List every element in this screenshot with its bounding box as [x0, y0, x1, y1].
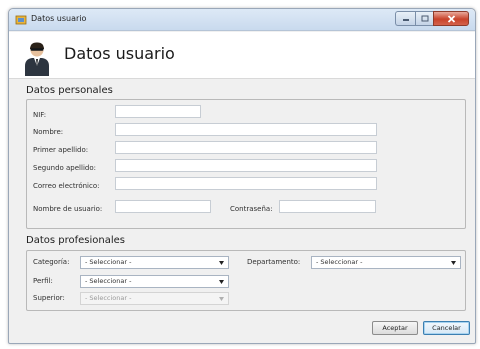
- nif-field[interactable]: [115, 105, 201, 118]
- segundo-apellido-label: Segundo apellido:: [33, 164, 96, 172]
- dropdown-arrow-icon: [219, 280, 224, 284]
- dialog-window: Datos usuario Datos usuario Datos person…: [8, 8, 476, 344]
- dropdown-arrow-icon: [451, 261, 456, 265]
- cancelar-button[interactable]: Cancelar: [423, 321, 470, 335]
- personal-section-title: Datos personales: [26, 85, 113, 96]
- categoria-select[interactable]: - Seleccionar -: [80, 256, 229, 269]
- minimize-icon: [402, 18, 409, 21]
- departamento-select[interactable]: - Seleccionar -: [311, 256, 461, 269]
- perfil-value: - Seleccionar -: [85, 277, 132, 285]
- primer-apellido-label: Primer apellido:: [33, 146, 89, 154]
- window-controls: [395, 11, 469, 26]
- dropdown-arrow-icon: [219, 297, 224, 301]
- window-title: Datos usuario: [31, 14, 87, 23]
- usuario-field[interactable]: [115, 200, 211, 213]
- contrasena-label: Contraseña:: [230, 205, 273, 213]
- contrasena-field[interactable]: [279, 200, 376, 213]
- page-title: Datos usuario: [64, 44, 175, 63]
- professional-section-title: Datos profesionales: [26, 235, 125, 246]
- header-divider: [9, 78, 475, 79]
- nif-label: NIF:: [33, 111, 47, 119]
- close-button[interactable]: [433, 11, 469, 26]
- maximize-icon: [421, 15, 428, 22]
- app-icon: [15, 15, 27, 25]
- correo-label: Correo electrónico:: [33, 182, 100, 190]
- minimize-button[interactable]: [395, 11, 415, 26]
- primer-apellido-field[interactable]: [115, 141, 377, 154]
- usuario-label: Nombre de usuario:: [33, 205, 103, 213]
- nombre-field[interactable]: [115, 123, 377, 136]
- categoria-label: Categoría:: [33, 258, 70, 266]
- superior-value: - Seleccionar -: [85, 294, 132, 302]
- close-icon: [447, 14, 455, 23]
- dropdown-arrow-icon: [219, 261, 224, 265]
- departamento-label: Departamento:: [247, 258, 301, 266]
- departamento-value: - Seleccionar -: [316, 258, 363, 266]
- user-agent-icon: [25, 42, 49, 76]
- superior-select[interactable]: - Seleccionar -: [80, 292, 229, 305]
- nombre-label: Nombre:: [33, 128, 64, 136]
- perfil-label: Perfil:: [33, 277, 53, 285]
- perfil-select[interactable]: - Seleccionar -: [80, 275, 229, 288]
- maximize-button[interactable]: [415, 11, 433, 26]
- aceptar-button[interactable]: Aceptar: [372, 321, 418, 335]
- segundo-apellido-field[interactable]: [115, 159, 377, 172]
- categoria-value: - Seleccionar -: [85, 258, 132, 266]
- correo-field[interactable]: [115, 177, 377, 190]
- dialog-header: Datos usuario: [9, 32, 475, 78]
- superior-label: Superior:: [33, 294, 65, 302]
- title-bar[interactable]: Datos usuario: [9, 9, 475, 31]
